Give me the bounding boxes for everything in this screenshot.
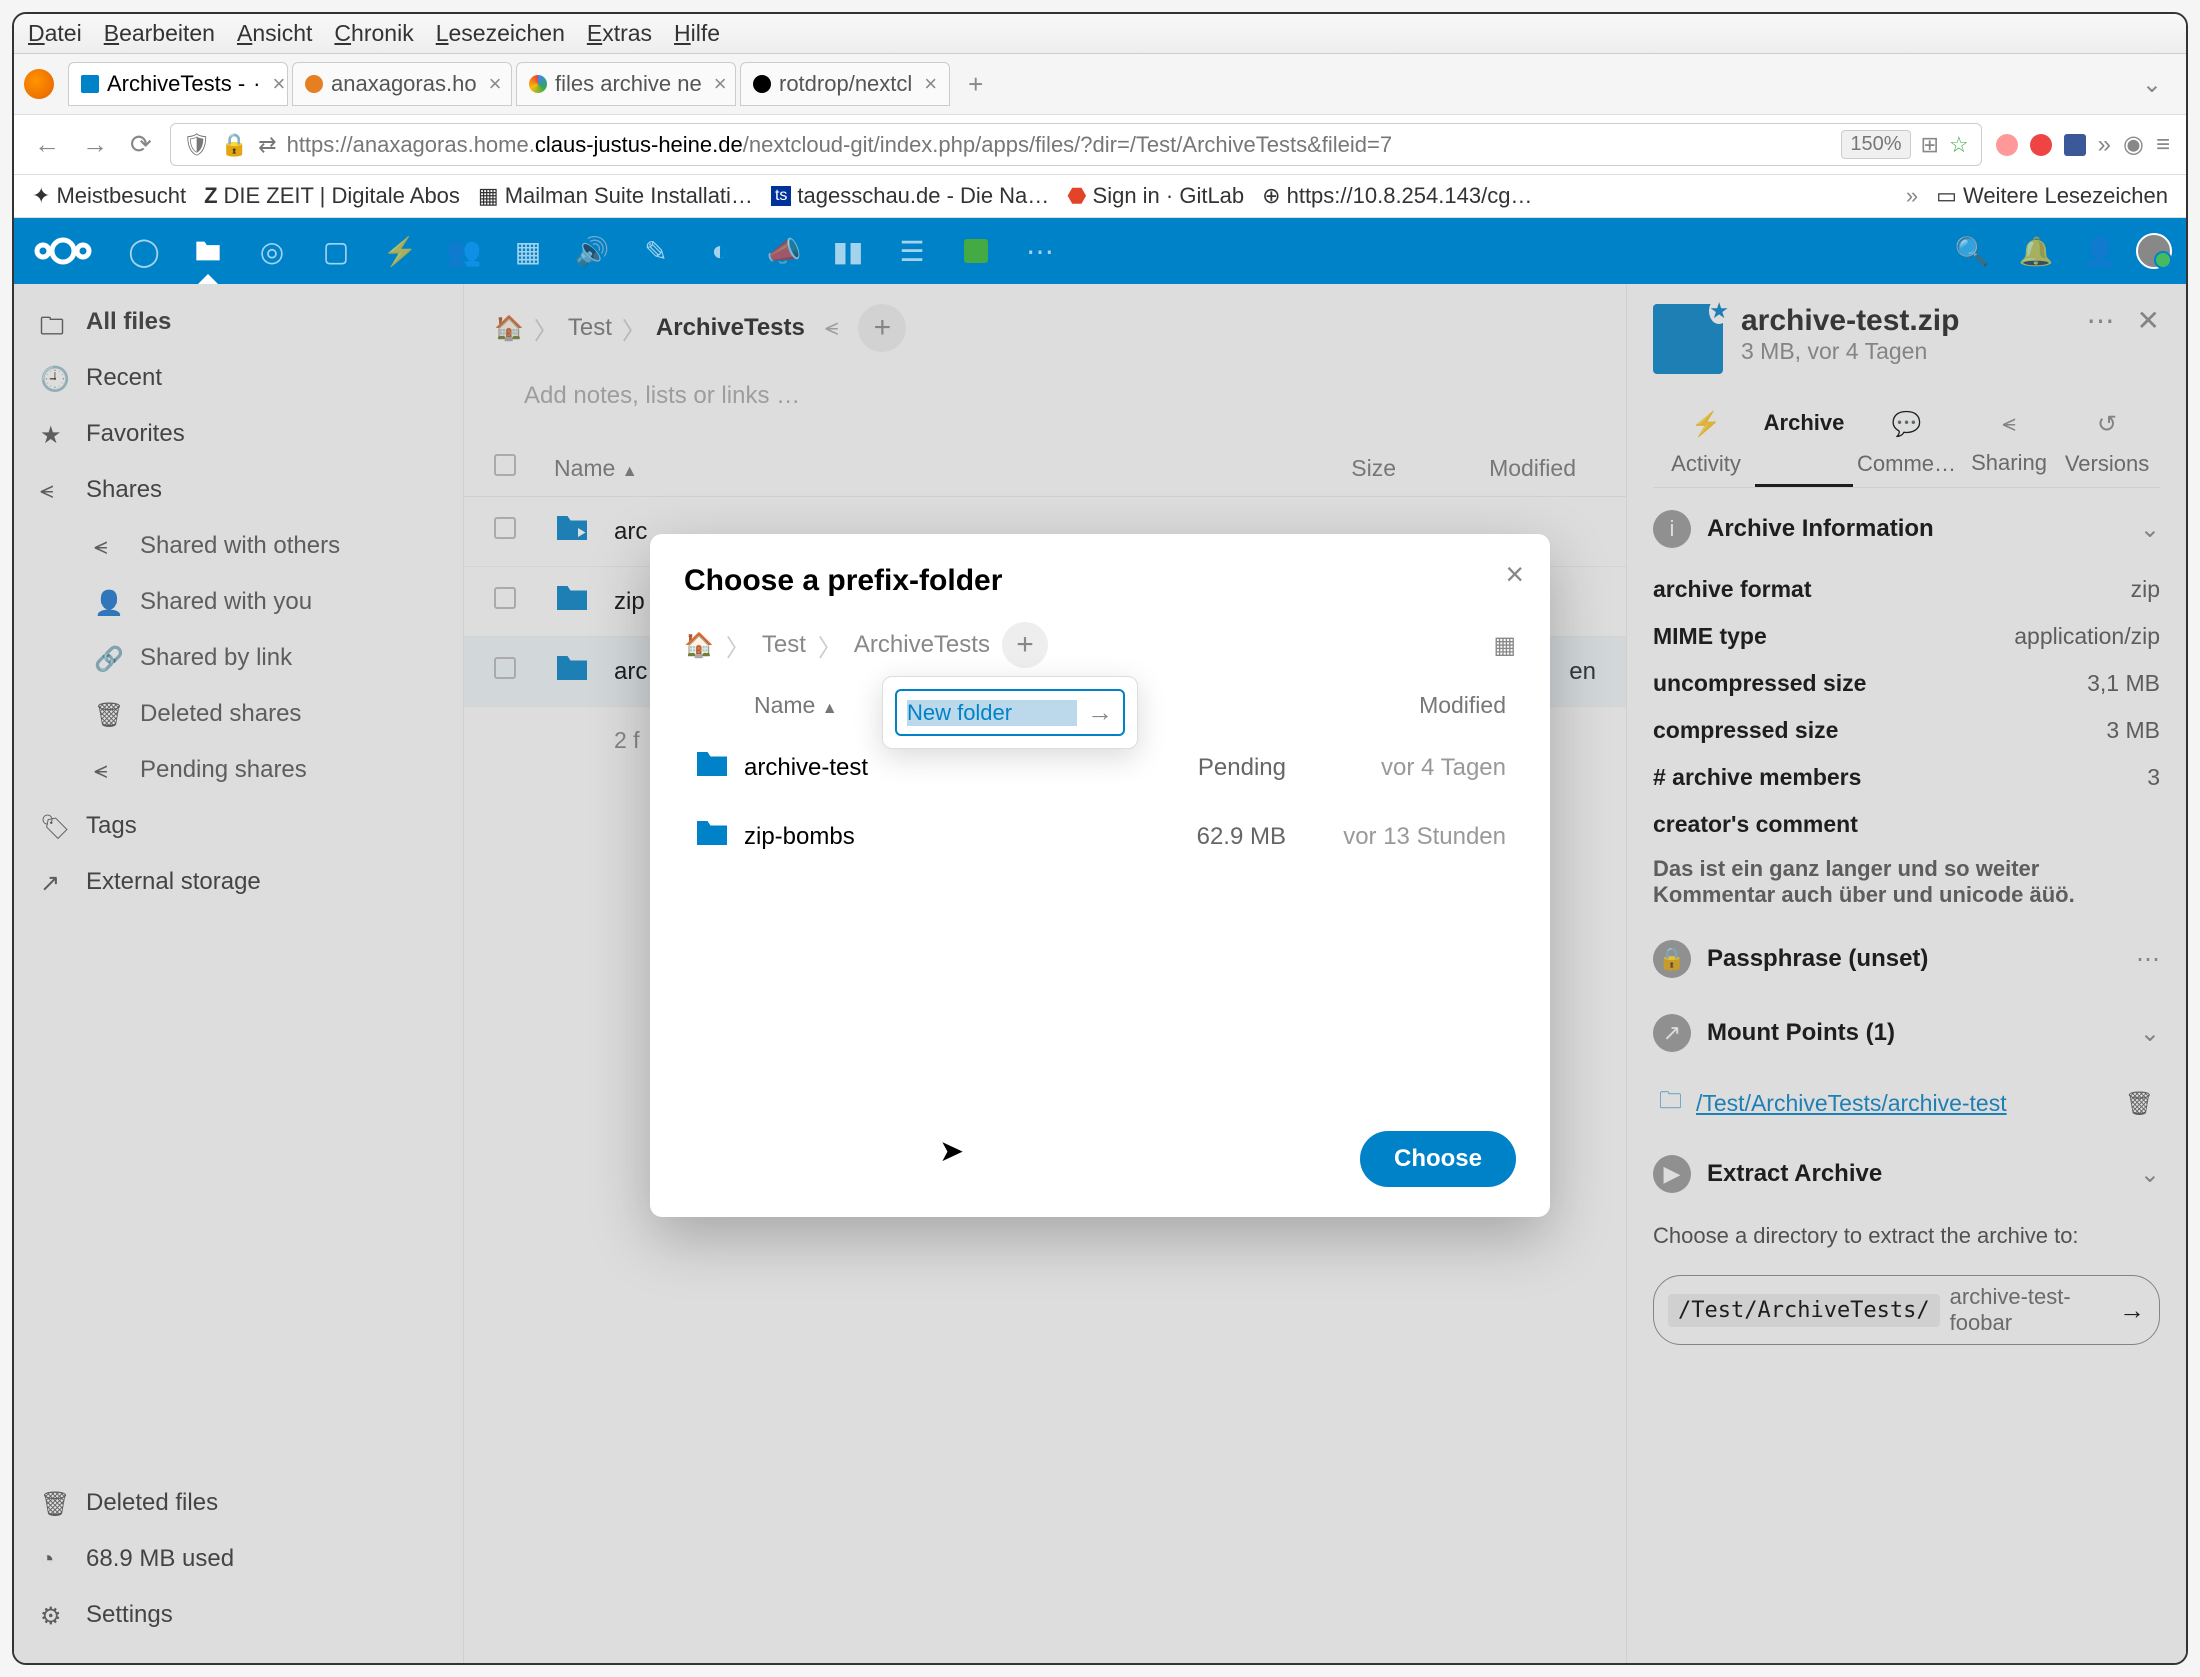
- extension-overflow-icon[interactable]: »: [2098, 131, 2111, 159]
- translate-icon[interactable]: ⊞: [1921, 132, 1939, 158]
- bookmarks-bar: ✦ Meistbesucht Z DIE ZEIT | Digitale Abo…: [14, 175, 2186, 218]
- github-favicon-icon: [753, 75, 771, 93]
- firefox-logo-icon: [24, 69, 54, 99]
- reload-button[interactable]: ⟳: [126, 125, 156, 164]
- shield-icon: 🛡: [183, 132, 211, 158]
- forward-button[interactable]: →: [78, 125, 112, 164]
- notifications-icon[interactable]: 🔔: [2008, 230, 2064, 272]
- folder-icon: [694, 749, 744, 786]
- dashboard-icon[interactable]: ◯: [116, 230, 172, 272]
- bookmark-overflow-icon[interactable]: »: [1906, 183, 1918, 209]
- column-modified[interactable]: Modified: [1286, 692, 1506, 719]
- tasks-icon[interactable]: ☰: [884, 230, 940, 272]
- bookmark-item[interactable]: ▦ Mailman Suite Installati…: [478, 183, 753, 209]
- user-avatar[interactable]: [2136, 233, 2172, 269]
- search-icon[interactable]: 🔍: [1944, 230, 2000, 272]
- browser-tab[interactable]: ArchiveTests - ·×: [68, 62, 288, 106]
- url-bar[interactable]: 🛡 🔒 ⇄ https://anaxagoras.home.claus-just…: [170, 123, 1982, 166]
- modal-title: Choose a prefix-folder: [684, 564, 1516, 598]
- bookmark-item[interactable]: ⊕ https://10.8.254.143/cg…: [1262, 183, 1532, 209]
- modal-close-icon[interactable]: ×: [1505, 556, 1524, 593]
- bookmark-item[interactable]: ts tagesschau.de - Die Na…: [771, 183, 1049, 209]
- activity-icon[interactable]: ⚡: [372, 230, 428, 272]
- extension-icon[interactable]: [2064, 134, 2086, 156]
- favicon-icon: [305, 75, 323, 93]
- notes-icon[interactable]: ✎: [628, 230, 684, 272]
- bookmark-item[interactable]: Z DIE ZEIT | Digitale Abos: [204, 183, 460, 209]
- announce-icon[interactable]: 📣: [756, 230, 812, 272]
- extension-icon[interactable]: [2030, 134, 2052, 156]
- new-folder-input-wrap: →: [895, 689, 1125, 736]
- favicon-icon: [529, 75, 547, 93]
- grid-view-icon[interactable]: ▦: [1493, 631, 1516, 660]
- contacts-menu-icon[interactable]: 👤: [2072, 230, 2128, 272]
- modal-breadcrumb: 🏠 〉 Test 〉 ArchiveTests + →: [684, 622, 1516, 668]
- breadcrumb-item[interactable]: Test: [762, 631, 806, 659]
- pin-icon: ·: [253, 71, 260, 97]
- new-folder-input[interactable]: [907, 700, 1077, 726]
- nextcloud-logo-icon[interactable]: [28, 233, 98, 269]
- calendar-icon[interactable]: ▦: [500, 230, 556, 272]
- new-folder-popover: →: [882, 676, 1138, 749]
- tab-close-icon[interactable]: ×: [272, 71, 285, 97]
- modal-new-folder-button[interactable]: +: [1002, 622, 1048, 668]
- more-bookmarks-button[interactable]: ▭ Weitere Lesezeichen: [1936, 183, 2168, 209]
- contacts-icon[interactable]: 👥: [436, 230, 492, 272]
- photos-icon[interactable]: ▢: [308, 230, 364, 272]
- zoom-badge[interactable]: 150%: [1841, 130, 1910, 159]
- browser-tab[interactable]: files archive ne×: [516, 62, 736, 106]
- app-icon[interactable]: [948, 230, 1004, 272]
- nextcloud-header: ◯ ◎ ▢ ⚡ 👥 ▦ 🔊 ✎ ◐ 📣 ▮▮ ☰ ⋯ 🔍 🔔 👤: [14, 218, 2186, 284]
- more-apps-icon[interactable]: ⋯: [1012, 230, 1068, 272]
- permission-icon: ⇄: [258, 132, 276, 158]
- folder-picker-modal: × Choose a prefix-folder 🏠 〉 Test 〉 Arch…: [650, 534, 1550, 1217]
- poll-icon[interactable]: ▮▮: [820, 230, 876, 272]
- app-icon[interactable]: ◎: [244, 230, 300, 272]
- folder-icon: [694, 818, 744, 855]
- nextcloud-favicon-icon: [81, 75, 99, 93]
- browser-navbar: ← → ⟳ 🛡 🔒 ⇄ https://anaxagoras.home.clau…: [14, 115, 2186, 175]
- browser-tab[interactable]: anaxagoras.ho×: [292, 62, 512, 106]
- breadcrumb-item[interactable]: ArchiveTests: [854, 631, 990, 659]
- home-icon[interactable]: 🏠: [684, 631, 714, 660]
- account-icon[interactable]: ◉: [2123, 130, 2144, 159]
- extension-icon[interactable]: [1996, 134, 2018, 156]
- submit-arrow-icon[interactable]: →: [1087, 697, 1113, 728]
- bookmark-star-icon[interactable]: ☆: [1949, 132, 1969, 158]
- lock-icon: 🔒: [221, 132, 248, 158]
- bookmark-item[interactable]: ⬣ Sign in · GitLab: [1067, 183, 1244, 209]
- hamburger-menu-icon[interactable]: ≡: [2156, 131, 2170, 159]
- picker-row[interactable]: zip-bombs62.9 MBvor 13 Stunden: [684, 802, 1516, 871]
- files-icon[interactable]: [180, 230, 236, 272]
- browser-tabbar: ArchiveTests - ·× anaxagoras.ho× files a…: [14, 54, 2186, 115]
- audio-icon[interactable]: 🔊: [564, 230, 620, 272]
- choose-button[interactable]: Choose: [1360, 1131, 1516, 1187]
- sort-asc-icon: ▲: [822, 700, 838, 717]
- modal-overlay: × Choose a prefix-folder 🏠 〉 Test 〉 Arch…: [14, 284, 2186, 1663]
- maps-icon[interactable]: ◐: [692, 230, 748, 272]
- bookmark-item[interactable]: ✦ Meistbesucht: [32, 183, 186, 209]
- tab-overflow-icon[interactable]: ⌄: [2128, 70, 2176, 99]
- window-menubar[interactable]: DateiBearbeitenAnsichtChronikLesezeichen…: [14, 14, 2186, 54]
- back-button[interactable]: ←: [30, 125, 64, 164]
- browser-tab[interactable]: rotdrop/nextcl×: [740, 62, 950, 106]
- tab-close-icon[interactable]: ×: [489, 71, 502, 97]
- tab-close-icon[interactable]: ×: [714, 71, 727, 97]
- new-tab-button[interactable]: +: [954, 63, 997, 106]
- tab-close-icon[interactable]: ×: [924, 71, 937, 97]
